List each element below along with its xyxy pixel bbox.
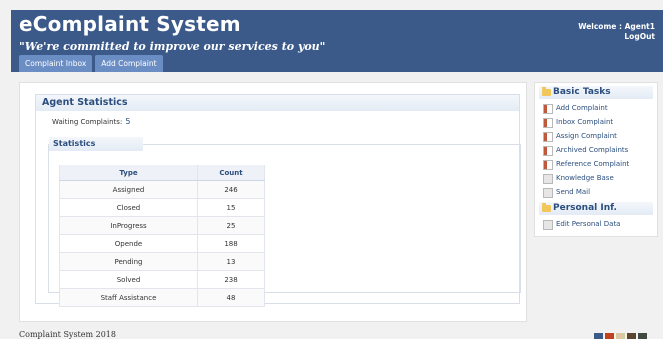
welcome-text: Welcome : Agent1	[578, 22, 655, 31]
cell-count: 25	[197, 216, 265, 235]
cell-count: 188	[197, 234, 265, 253]
cell-type: InProgress	[59, 216, 198, 235]
agent-statistics-title: Agent Statistics	[36, 95, 519, 111]
column-header-type: Type	[59, 165, 198, 181]
cell-count: 13	[197, 252, 265, 271]
sidebar-item-inbox-complaint[interactable]: Inbox Complaint	[543, 115, 657, 129]
page-icon	[543, 220, 553, 230]
cell-type: Solved	[59, 270, 198, 289]
sidebar-item-archived-complaints[interactable]: Archived Complaints	[543, 143, 657, 157]
slogan: "We're committed to improve our services…	[19, 40, 326, 53]
table-row: Solved 238	[59, 270, 265, 289]
report-icon	[543, 132, 553, 142]
personal-inf-title: Personal Inf.	[553, 203, 617, 213]
app-title: eComplaint System	[19, 12, 241, 36]
sidebar-item-knowledge-base[interactable]: Knowledge Base	[543, 171, 657, 185]
theme-swatch[interactable]	[616, 333, 625, 339]
sidebar: Basic Tasks Add Complaint Inbox Complain…	[534, 82, 658, 237]
sidebar-item-label: Add Complaint	[556, 104, 608, 112]
cell-type: Staff Assistance	[59, 288, 198, 307]
waiting-complaints-count[interactable]: 5	[125, 117, 130, 126]
tab-add-complaint[interactable]: Add Complaint	[95, 55, 163, 72]
tab-bar: Complaint Inbox Add Complaint	[19, 55, 163, 72]
statistics-fieldset: Statistics Type Count Assigned 246 Closed…	[48, 137, 521, 307]
cell-type: Opende	[59, 234, 198, 253]
cell-count: 246	[197, 180, 265, 199]
report-icon	[543, 160, 553, 170]
cell-count: 48	[197, 288, 265, 307]
sidebar-item-add-complaint[interactable]: Add Complaint	[543, 101, 657, 115]
logout-link[interactable]: LogOut	[578, 32, 655, 42]
cell-type: Pending	[59, 252, 198, 271]
report-icon	[543, 104, 553, 114]
sidebar-item-label: Inbox Complaint	[556, 118, 614, 126]
sidebar-item-edit-personal-data[interactable]: Edit Personal Data	[543, 217, 657, 231]
cell-type: Closed	[59, 198, 198, 217]
sidebar-item-label: Assign Complaint	[556, 132, 617, 140]
table-row: Closed 15	[59, 198, 265, 217]
basic-tasks-header: Basic Tasks	[539, 86, 653, 99]
sidebar-item-label: Edit Personal Data	[556, 220, 621, 228]
theme-swatch[interactable]	[638, 333, 647, 339]
folder-icon	[542, 87, 551, 96]
report-icon	[543, 146, 553, 156]
cell-count: 238	[197, 270, 265, 289]
cell-count: 15	[197, 198, 265, 217]
sidebar-item-label: Knowledge Base	[556, 174, 614, 182]
column-header-count: Count	[197, 165, 265, 181]
table-row: Assigned 246	[59, 180, 265, 199]
sidebar-item-send-mail[interactable]: Send Mail	[543, 185, 657, 199]
waiting-complaints: Waiting Complaints: 5	[52, 117, 130, 126]
statistics-table: Type Count Assigned 246 Closed 15 InProgre…	[59, 165, 265, 307]
theme-swatch[interactable]	[605, 333, 614, 339]
main-content: Agent Statistics Waiting Complaints: 5 St…	[19, 82, 527, 322]
statistics-title: Statistics	[49, 137, 143, 151]
sidebar-item-assign-complaint[interactable]: Assign Complaint	[543, 129, 657, 143]
cell-type: Assigned	[59, 180, 198, 199]
sidebar-item-label: Send Mail	[556, 188, 591, 196]
table-row: Opende 188	[59, 234, 265, 253]
table-row: InProgress 25	[59, 216, 265, 235]
sidebar-item-reference-complaint[interactable]: Reference Complaint	[543, 157, 657, 171]
folder-icon	[542, 203, 551, 212]
personal-inf-menu: Edit Personal Data	[543, 217, 657, 231]
basic-tasks-menu: Add Complaint Inbox Complaint Assign Com…	[543, 101, 657, 199]
sidebar-item-label: Archived Complaints	[556, 146, 629, 154]
welcome-box: Welcome : Agent1 LogOut	[578, 22, 655, 42]
report-icon	[543, 118, 553, 128]
page-icon	[543, 174, 553, 184]
basic-tasks-title: Basic Tasks	[553, 87, 611, 97]
tab-complaint-inbox[interactable]: Complaint Inbox	[19, 55, 93, 72]
waiting-complaints-label: Waiting Complaints:	[52, 118, 123, 126]
theme-swatch[interactable]	[627, 333, 636, 339]
theme-switcher	[594, 333, 647, 339]
personal-inf-header: Personal Inf.	[539, 202, 653, 215]
page-icon	[543, 188, 553, 198]
theme-swatch[interactable]	[594, 333, 603, 339]
table-row: Staff Assistance 48	[59, 288, 265, 307]
agent-statistics-panel: Agent Statistics Waiting Complaints: 5 St…	[35, 94, 521, 307]
header: eComplaint System "We're committed to im…	[11, 10, 663, 72]
table-row: Pending 13	[59, 252, 265, 271]
sidebar-item-label: Reference Complaint	[556, 160, 630, 168]
